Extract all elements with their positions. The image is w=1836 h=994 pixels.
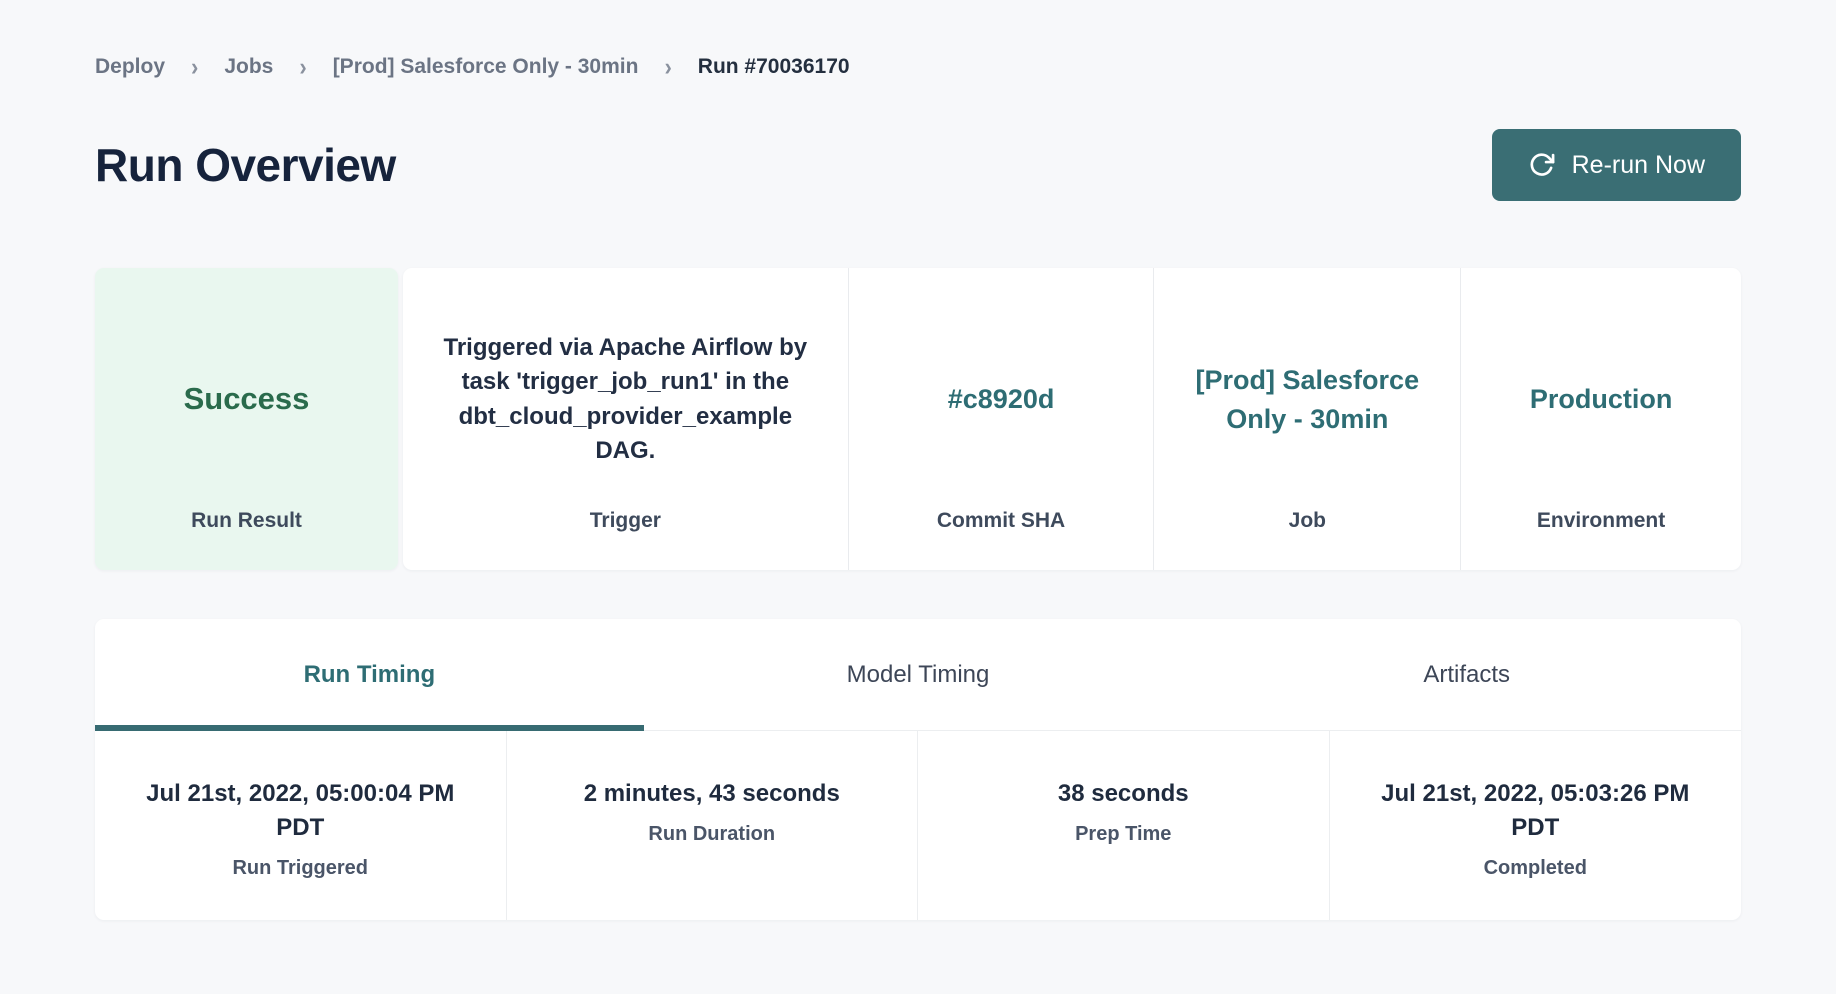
chevron-right-icon: › — [191, 52, 198, 82]
run-timing-cards: Jul 21st, 2022, 05:00:04 PM PDT Run Trig… — [95, 731, 1741, 920]
run-summary-cards: Success Run Result Triggered via Apache … — [95, 268, 1741, 570]
environment-link[interactable]: Production — [1530, 380, 1673, 418]
run-result-card: Success Run Result — [95, 268, 398, 570]
run-result-value: Success — [184, 377, 310, 421]
prep-time-value: 38 seconds — [1058, 777, 1189, 811]
trigger-cell: Triggered via Apache Airflow by task 'tr… — [403, 268, 849, 570]
commit-sha-cell: #c8920d Commit SHA — [849, 268, 1155, 570]
chevron-right-icon: › — [664, 52, 671, 82]
commit-sha-link[interactable]: #c8920d — [948, 380, 1055, 418]
breadcrumb-run-number: Run #70036170 — [698, 55, 850, 79]
run-overview-page: Deploy › Jobs › [Prod] Salesforce Only -… — [95, 0, 1741, 920]
completed-label: Completed — [1484, 857, 1587, 880]
tab-model-timing[interactable]: Model Timing — [644, 619, 1193, 730]
run-detail-panel: Run Timing Model Timing Artifacts Jul 21… — [95, 619, 1741, 920]
tab-run-timing[interactable]: Run Timing — [95, 619, 644, 730]
run-triggered-label: Run Triggered — [232, 857, 368, 880]
completed-cell: Jul 21st, 2022, 05:03:26 PM PDT Complete… — [1330, 731, 1742, 920]
trigger-value: Triggered via Apache Airflow by task 'tr… — [439, 331, 811, 467]
refresh-icon — [1528, 151, 1556, 179]
rerun-now-label: Re-run Now — [1572, 151, 1705, 180]
run-triggered-cell: Jul 21st, 2022, 05:00:04 PM PDT Run Trig… — [95, 731, 507, 920]
job-label: Job — [1154, 509, 1460, 533]
breadcrumb-job-name[interactable]: [Prod] Salesforce Only - 30min — [333, 55, 639, 79]
rerun-now-button[interactable]: Re-run Now — [1492, 129, 1741, 201]
prep-time-label: Prep Time — [1075, 823, 1171, 846]
job-cell: [Prod] Salesforce Only - 30min Job — [1154, 268, 1461, 570]
run-duration-label: Run Duration — [648, 823, 775, 846]
environment-cell: Production Environment — [1461, 268, 1741, 570]
run-duration-cell: 2 minutes, 43 seconds Run Duration — [507, 731, 919, 920]
page-title: Run Overview — [95, 138, 396, 192]
page-header: Run Overview Re-run Now — [95, 128, 1741, 202]
job-link[interactable]: [Prod] Salesforce Only - 30min — [1195, 361, 1420, 438]
trigger-label: Trigger — [403, 509, 848, 533]
tab-bar: Run Timing Model Timing Artifacts — [95, 619, 1741, 731]
environment-label: Environment — [1461, 509, 1741, 533]
tab-artifacts[interactable]: Artifacts — [1192, 619, 1741, 730]
run-details-card: Triggered via Apache Airflow by task 'tr… — [403, 268, 1741, 570]
breadcrumb-jobs[interactable]: Jobs — [224, 55, 273, 79]
run-duration-value: 2 minutes, 43 seconds — [584, 777, 840, 811]
run-triggered-value: Jul 21st, 2022, 05:00:04 PM PDT — [120, 777, 480, 845]
prep-time-cell: 38 seconds Prep Time — [918, 731, 1330, 920]
breadcrumb-deploy[interactable]: Deploy — [95, 55, 165, 79]
completed-value: Jul 21st, 2022, 05:03:26 PM PDT — [1355, 777, 1715, 845]
chevron-right-icon: › — [299, 52, 306, 82]
run-result-label: Run Result — [95, 509, 398, 533]
commit-sha-label: Commit SHA — [849, 509, 1154, 533]
breadcrumb: Deploy › Jobs › [Prod] Salesforce Only -… — [95, 54, 1741, 80]
